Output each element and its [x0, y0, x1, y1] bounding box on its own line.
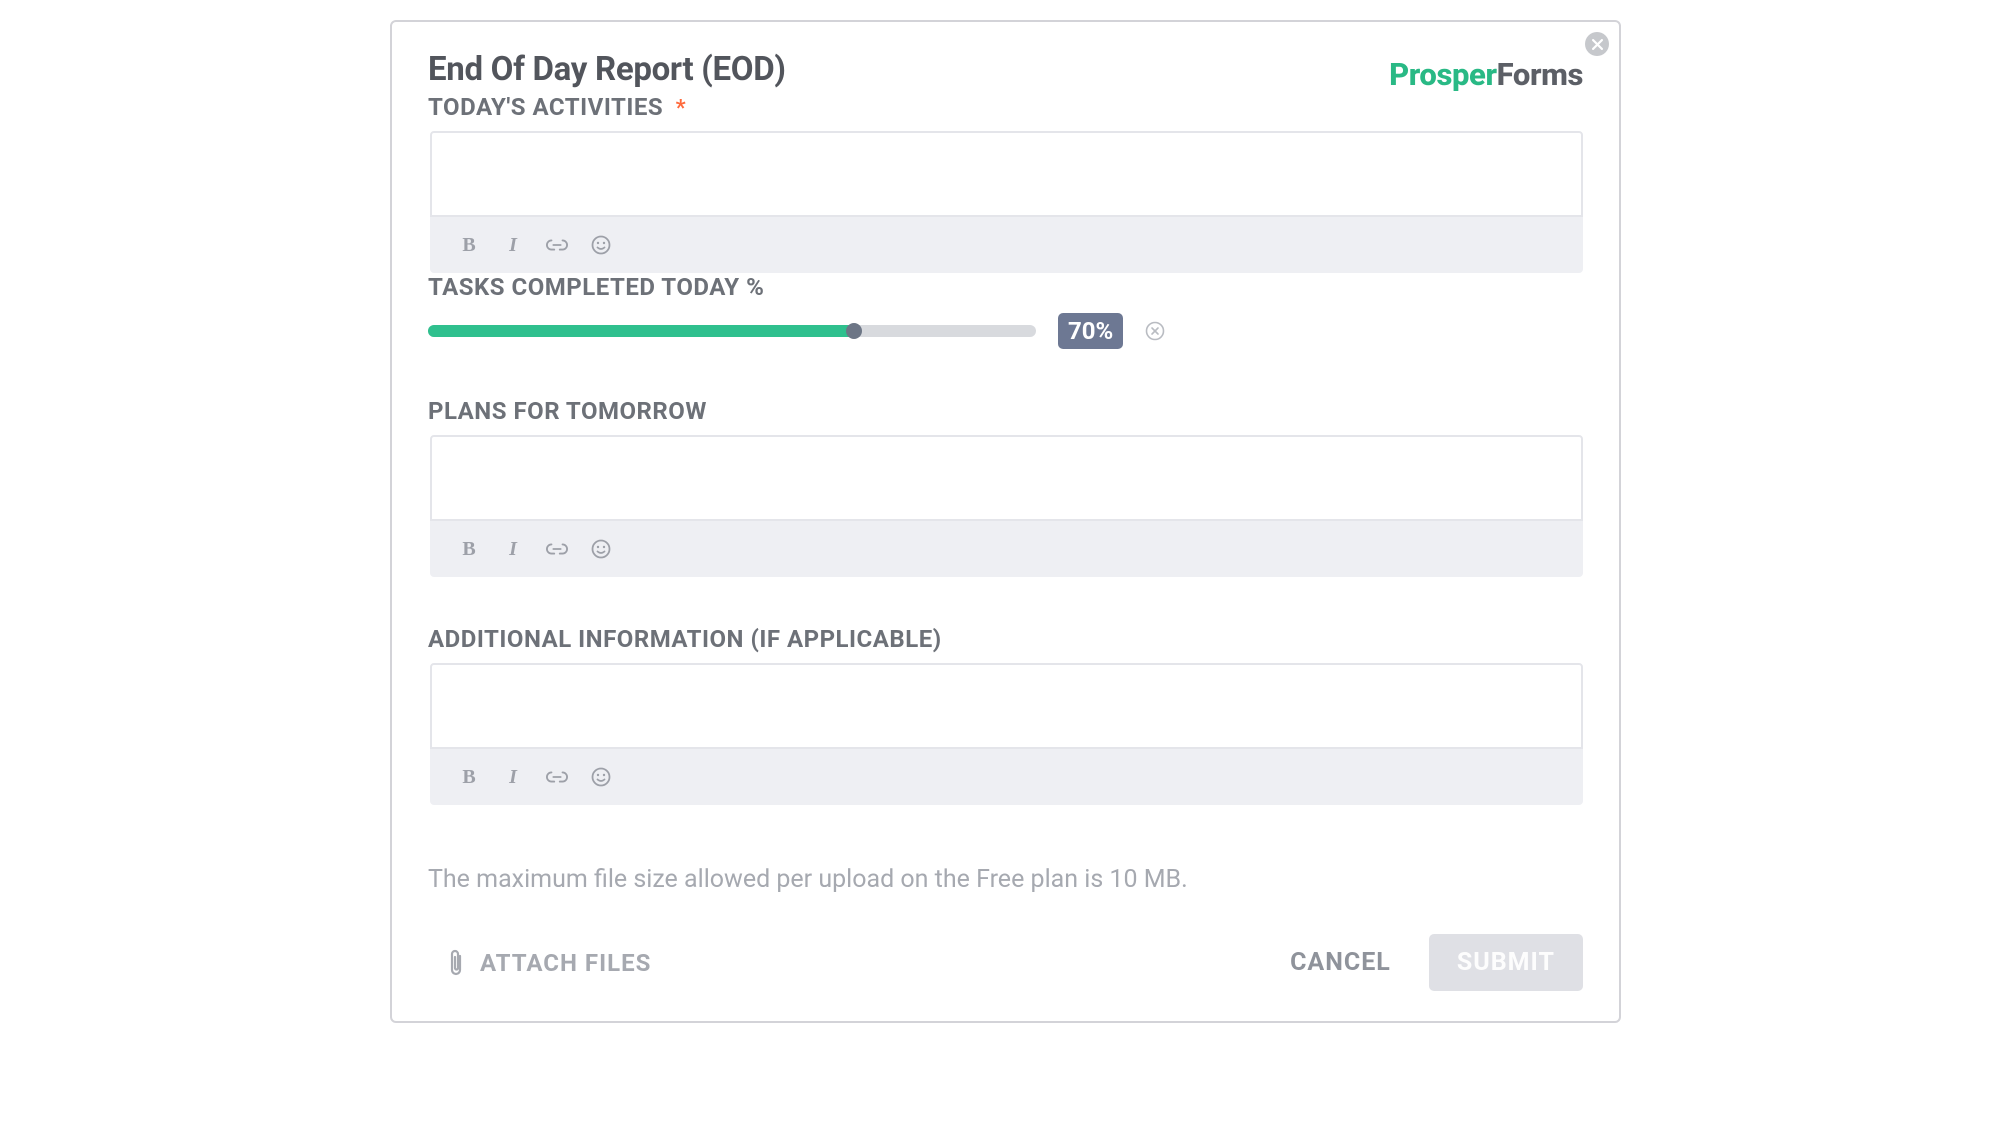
form-title: End Of Day Report (EOD) [428, 50, 786, 89]
link-button[interactable] [546, 766, 568, 788]
cancel-button[interactable]: CANCEL [1270, 936, 1411, 989]
plans-label: PLANS FOR TOMORROW [428, 397, 1583, 425]
activities-label-text: TODAY'S ACTIVITIES [428, 93, 663, 121]
tasks-clear-button[interactable] [1145, 321, 1165, 341]
brand-first: Prosper [1389, 56, 1497, 93]
activities-input[interactable] [430, 131, 1583, 217]
submit-button[interactable]: SUBMIT [1429, 934, 1583, 991]
tasks-slider[interactable] [428, 325, 1036, 337]
link-icon [546, 542, 568, 556]
emoji-button[interactable] [590, 234, 612, 256]
additional-input[interactable] [430, 663, 1583, 749]
italic-button[interactable]: I [502, 234, 524, 256]
link-button[interactable] [546, 538, 568, 560]
emoji-button[interactable] [590, 538, 612, 560]
link-icon [546, 238, 568, 252]
additional-label: ADDITIONAL INFORMATION (IF APPLICABLE) [428, 625, 1583, 653]
activities-toolbar: B I [430, 217, 1583, 273]
link-icon [546, 770, 568, 784]
activities-label: TODAY'S ACTIVITIES * [428, 93, 786, 121]
additional-toolbar: B I [430, 749, 1583, 805]
italic-button[interactable]: I [502, 538, 524, 560]
activities-editor: B I [430, 131, 1583, 273]
bold-button[interactable]: B [458, 766, 480, 788]
form-modal: End Of Day Report (EOD) TODAY'S ACTIVITI… [390, 20, 1621, 1023]
link-button[interactable] [546, 234, 568, 256]
bold-button[interactable]: B [458, 538, 480, 560]
italic-button[interactable]: I [502, 766, 524, 788]
bold-button[interactable]: B [458, 234, 480, 256]
brand-second: Forms [1497, 56, 1583, 93]
file-size-note: The maximum file size allowed per upload… [428, 865, 1583, 894]
tasks-section: TASKS COMPLETED TODAY % 70% [428, 273, 1583, 349]
emoji-icon [591, 235, 611, 255]
emoji-icon [591, 767, 611, 787]
close-button[interactable] [1585, 32, 1609, 56]
emoji-icon [591, 539, 611, 559]
emoji-button[interactable] [590, 766, 612, 788]
slider-fill [428, 325, 854, 337]
attach-files-label: ATTACH FILES [480, 949, 651, 977]
plans-input[interactable] [430, 435, 1583, 521]
required-marker: * [676, 96, 687, 121]
tasks-value-badge: 70% [1058, 313, 1123, 349]
tasks-label: TASKS COMPLETED TODAY % [428, 273, 1583, 301]
attach-files-button[interactable]: ATTACH FILES [428, 948, 651, 978]
close-icon [1592, 39, 1603, 50]
plans-section: PLANS FOR TOMORROW B I [428, 397, 1583, 577]
paperclip-icon [446, 948, 466, 978]
plans-toolbar: B I [430, 521, 1583, 577]
slider-thumb[interactable] [846, 323, 862, 339]
brand-logo: ProsperForms [1389, 56, 1583, 93]
additional-section: ADDITIONAL INFORMATION (IF APPLICABLE) B… [428, 625, 1583, 805]
clear-icon [1145, 321, 1165, 341]
footer-actions: ATTACH FILES CANCEL SUBMIT [428, 934, 1583, 991]
